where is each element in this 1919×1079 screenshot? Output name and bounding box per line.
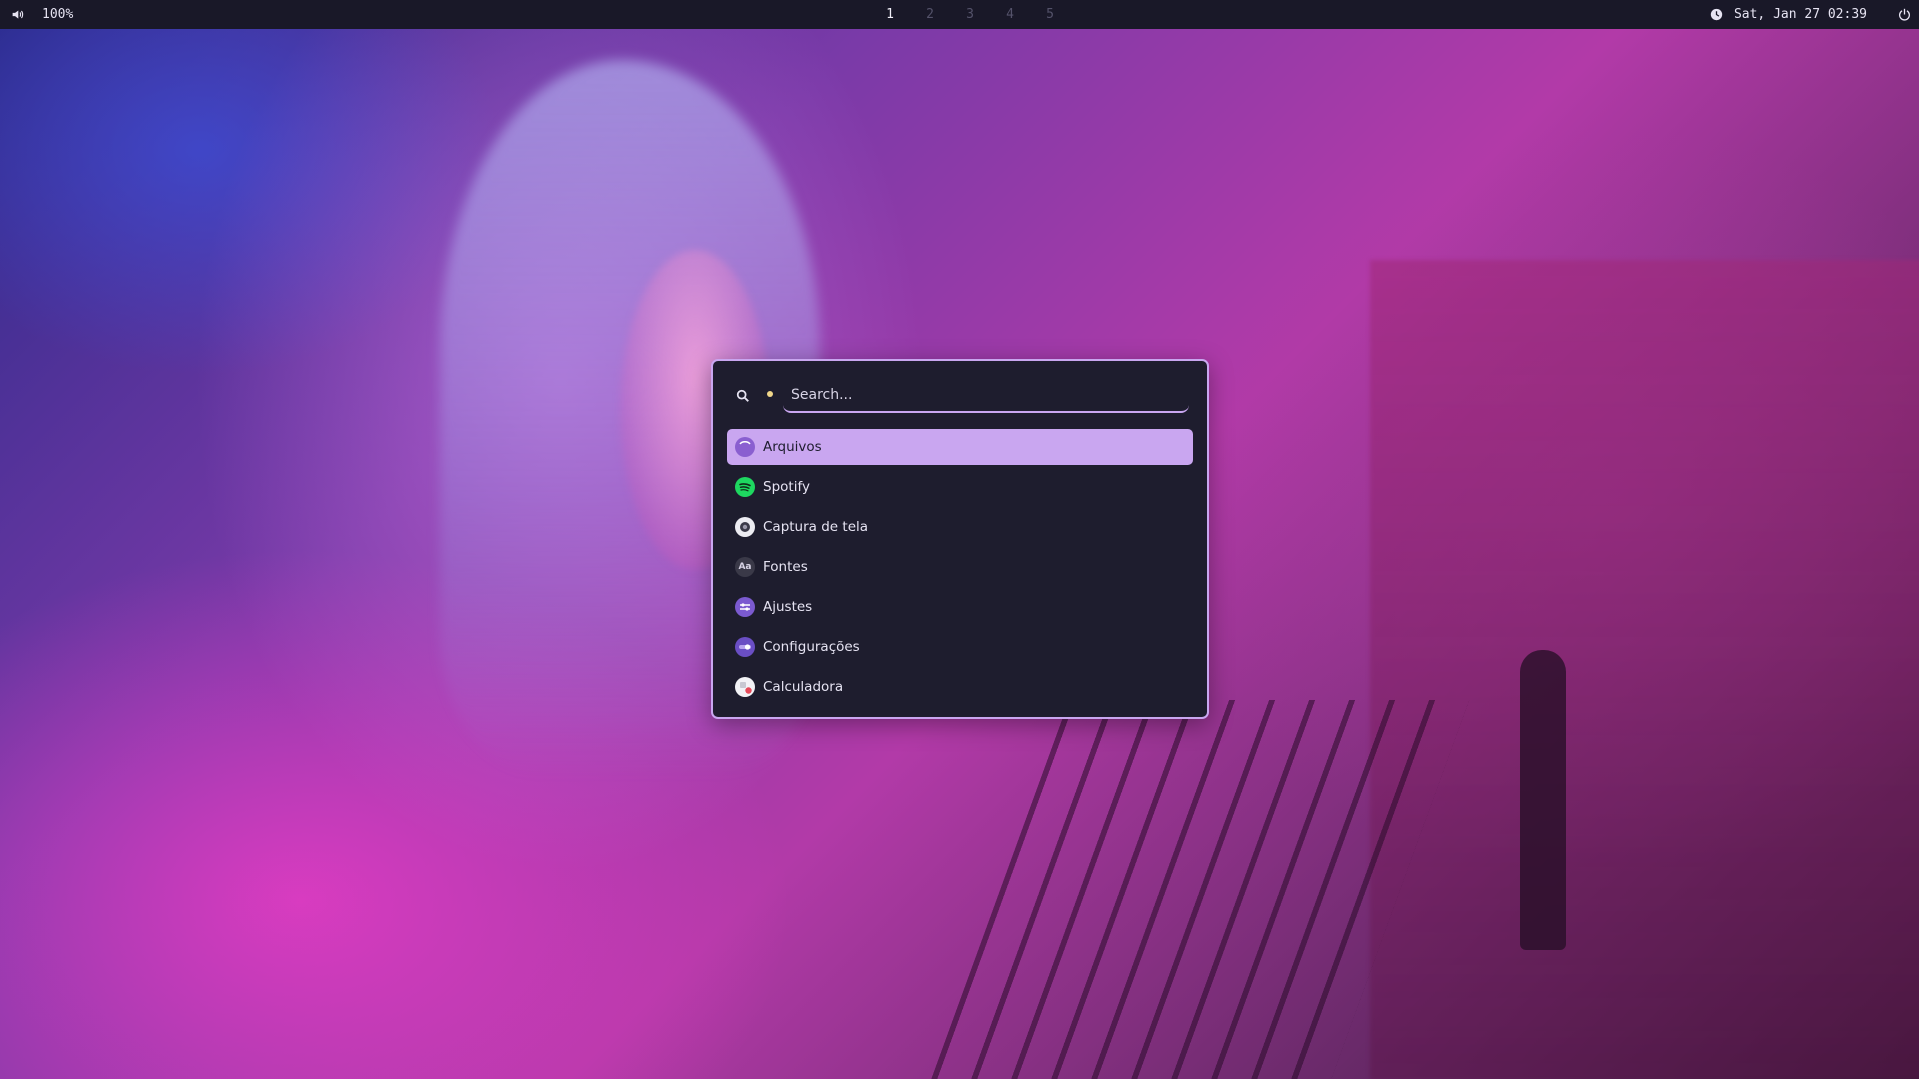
- search-input[interactable]: [783, 379, 1189, 413]
- workspace-1[interactable]: 1: [870, 7, 910, 22]
- wallpaper-standing-figure: [1520, 650, 1566, 950]
- app-launcher: Arquivos Spotify: [711, 359, 1209, 719]
- workspace-switcher: 1 2 3 4 5: [870, 0, 1070, 29]
- result-captura-de-tela[interactable]: Captura de tela: [727, 509, 1193, 545]
- search-row: [727, 379, 1193, 413]
- power-icon[interactable]: [1897, 8, 1911, 22]
- fonts-app-icon: Aa: [735, 557, 755, 577]
- top-bar: 100% 1 2 3 4 5 Sat, Jan 27 02:39: [0, 0, 1919, 29]
- wallpaper-building: [1370, 260, 1919, 1079]
- result-label: Calculadora: [763, 679, 844, 695]
- result-label: Captura de tela: [763, 519, 869, 535]
- date-time[interactable]: Sat, Jan 27 02:39: [1734, 7, 1867, 22]
- workspace-4[interactable]: 4: [990, 7, 1030, 22]
- result-label: Fontes: [763, 559, 808, 575]
- input-indicator-dot: [767, 391, 773, 397]
- result-label: Configurações: [763, 639, 860, 655]
- result-fontes[interactable]: Aa Fontes: [727, 549, 1193, 585]
- result-spotify[interactable]: Spotify: [727, 469, 1193, 505]
- calculator-app-icon: [735, 677, 755, 697]
- result-label: Ajustes: [763, 599, 813, 615]
- search-icon: [733, 386, 753, 406]
- result-label: Arquivos: [763, 439, 822, 455]
- workspace-2[interactable]: 2: [910, 7, 950, 22]
- spotify-app-icon: [735, 477, 755, 497]
- settings-app-icon: [735, 637, 755, 657]
- workspace-5[interactable]: 5: [1030, 7, 1070, 22]
- files-app-icon: [735, 437, 755, 457]
- clock-icon: [1710, 8, 1724, 22]
- result-arquivos[interactable]: Arquivos: [727, 429, 1193, 465]
- result-label: Spotify: [763, 479, 810, 495]
- volume-level[interactable]: 100%: [42, 7, 73, 22]
- result-calculadora[interactable]: Calculadora: [727, 669, 1193, 705]
- result-configuracoes[interactable]: Configurações: [727, 629, 1193, 665]
- speaker-icon[interactable]: [10, 8, 24, 22]
- tweaks-app-icon: [735, 597, 755, 617]
- wallpaper-railing: [930, 700, 1470, 1079]
- screenshot-app-icon: [735, 517, 755, 537]
- top-bar-right: Sat, Jan 27 02:39: [1710, 0, 1919, 29]
- workspace-3[interactable]: 3: [950, 7, 990, 22]
- results-list: Arquivos Spotify Captura de tela Aa Font…: [727, 429, 1193, 709]
- result-ajustes[interactable]: Ajustes: [727, 589, 1193, 625]
- top-bar-left: 100%: [0, 7, 73, 22]
- desktop-wallpaper: 100% 1 2 3 4 5 Sat, Jan 27 02:39 Search.…: [0, 0, 1919, 1079]
